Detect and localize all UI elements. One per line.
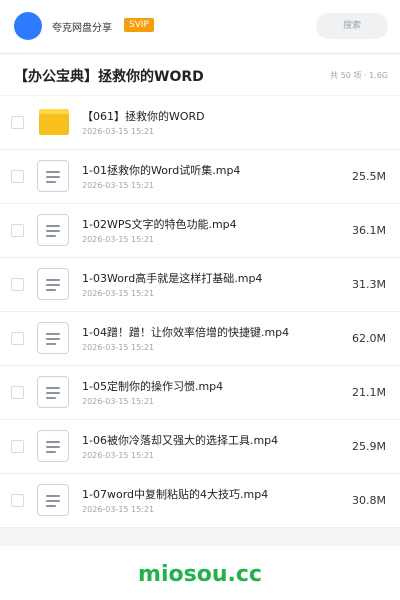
watermark-text: miosou.cc (138, 562, 262, 587)
row-checkbox[interactable] (11, 386, 24, 399)
list-item-file[interactable]: 1-04蹭！蹭！让你效率倍增的快捷键.mp4 2026-03-15 15:21 … (0, 312, 400, 366)
file-name: 1-06被你冷落却又强大的选择工具.mp4 (82, 434, 279, 447)
file-name: 【061】拯救你的WORD (82, 110, 205, 123)
file-size: 36.1M (352, 224, 386, 237)
file-name: 1-02WPS文字的特色功能.mp4 (82, 218, 237, 231)
list-item-file[interactable]: 1-05定制你的操作习惯.mp4 2026-03-15 15:21 21.1M (0, 366, 400, 420)
folder-meta: 共 50 项 · 1.6G (330, 71, 388, 80)
file-date: 2026-03-15 15:21 (82, 181, 155, 190)
file-date: 2026-03-15 15:21 (82, 505, 155, 514)
file-list: 【061】拯救你的WORD 2026-03-15 15:21 1-01拯救你的W… (0, 96, 400, 528)
row-checkbox[interactable] (11, 440, 24, 453)
document-icon (37, 430, 69, 462)
document-icon (37, 160, 69, 192)
file-name: 1-01拯救你的Word试听集.mp4 (82, 164, 241, 177)
row-checkbox[interactable] (11, 116, 24, 129)
svip-badge: SVIP (124, 18, 154, 32)
file-size: 31.3M (352, 278, 386, 291)
document-icon (37, 484, 69, 516)
file-name: 1-03Word高手就是这样打基础.mp4 (82, 272, 263, 285)
row-checkbox[interactable] (11, 170, 24, 183)
file-size: 30.8M (352, 494, 386, 507)
row-checkbox[interactable] (11, 224, 24, 237)
row-checkbox[interactable] (11, 278, 24, 291)
file-size: 25.9M (352, 440, 386, 453)
footer: miosou.cc (0, 546, 400, 600)
file-date: 2026-03-15 15:21 (82, 289, 155, 298)
list-item-file[interactable]: 1-07word中复制粘贴的4大技巧.mp4 2026-03-15 15:21 … (0, 474, 400, 528)
avatar[interactable] (14, 12, 42, 40)
page-title: 【办公宝典】拯救你的WORD (14, 69, 204, 85)
file-date: 2026-03-15 15:21 (82, 127, 155, 136)
file-name: 1-07word中复制粘贴的4大技巧.mp4 (82, 488, 269, 501)
file-date: 2026-03-15 15:21 (82, 451, 155, 460)
folder-icon (39, 109, 69, 135)
list-item-file[interactable]: 1-03Word高手就是这样打基础.mp4 2026-03-15 15:21 3… (0, 258, 400, 312)
search-input[interactable] (316, 13, 388, 39)
file-name: 1-04蹭！蹭！让你效率倍增的快捷键.mp4 (82, 326, 290, 339)
file-date: 2026-03-15 15:21 (82, 235, 155, 244)
app-name: 夸克网盘分享 (52, 23, 112, 34)
document-icon (37, 376, 69, 408)
file-size: 21.1M (352, 386, 386, 399)
file-date: 2026-03-15 15:21 (82, 343, 155, 352)
row-checkbox[interactable] (11, 494, 24, 507)
document-icon (37, 268, 69, 300)
list-item-file[interactable]: 1-01拯救你的Word试听集.mp4 2026-03-15 15:21 25.… (0, 150, 400, 204)
row-checkbox[interactable] (11, 332, 24, 345)
file-name: 1-05定制你的操作习惯.mp4 (82, 380, 224, 393)
file-date: 2026-03-15 15:21 (82, 397, 155, 406)
list-item-file[interactable]: 1-02WPS文字的特色功能.mp4 2026-03-15 15:21 36.1… (0, 204, 400, 258)
document-icon (37, 214, 69, 246)
file-size: 25.5M (352, 170, 386, 183)
page: 夸克网盘分享 SVIP 【办公宝典】拯救你的WORD 共 50 项 · 1.6G… (0, 0, 400, 600)
list-item-folder[interactable]: 【061】拯救你的WORD 2026-03-15 15:21 (0, 96, 400, 150)
header-bar: 夸克网盘分享 SVIP (0, 0, 400, 52)
document-icon (37, 322, 69, 354)
list-item-file[interactable]: 1-06被你冷落却又强大的选择工具.mp4 2026-03-15 15:21 2… (0, 420, 400, 474)
file-size: 62.0M (352, 332, 386, 345)
folder-title-bar: 【办公宝典】拯救你的WORD 共 50 项 · 1.6G (0, 55, 400, 95)
